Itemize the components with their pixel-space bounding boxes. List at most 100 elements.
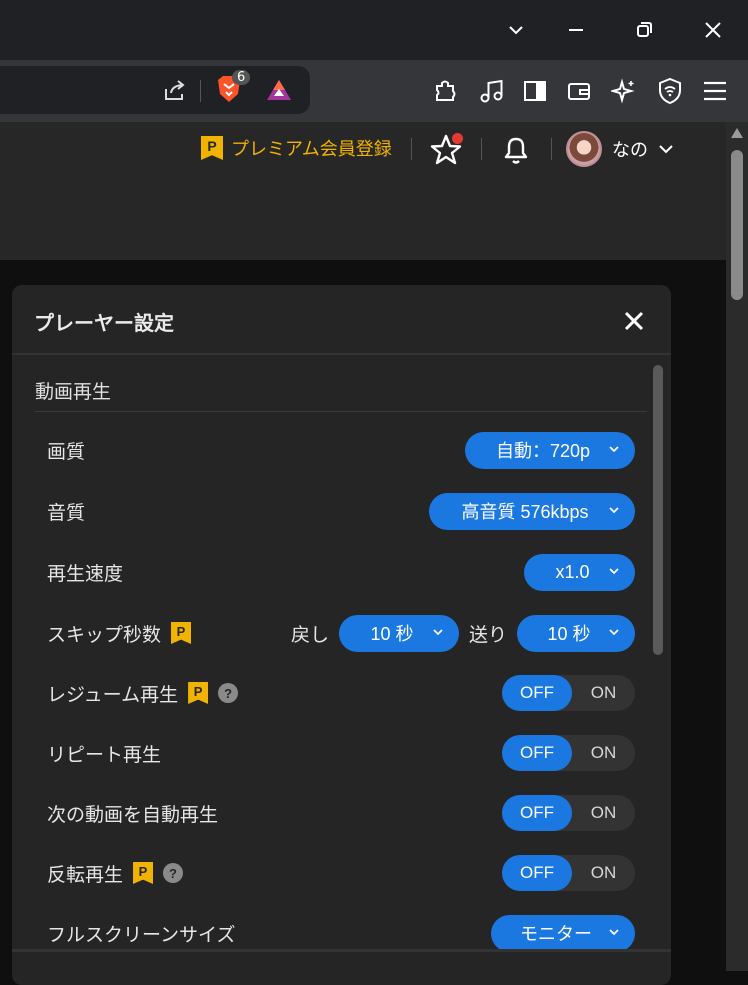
media-button[interactable] (474, 74, 508, 108)
puzzle-icon (436, 80, 456, 101)
chevron-down-icon (609, 928, 619, 935)
shields-count-badge: 6 (232, 70, 251, 85)
autoplay-toggle[interactable]: OFF ON (502, 795, 635, 831)
close-panel-button[interactable] (620, 307, 648, 335)
chevron-down-icon (433, 628, 443, 635)
close-icon (624, 311, 644, 331)
setting-row-repeat: リピート再生 OFF ON (47, 733, 635, 773)
repeat-label: リピート再生 (47, 743, 162, 766)
mirror-label: 反転再生 (47, 863, 124, 886)
urlbar-separator (200, 80, 201, 102)
premium-badge: P (171, 622, 192, 644)
site-header: P プレミアム会員登録 なの (0, 122, 726, 260)
tab-search-button[interactable] (498, 12, 534, 48)
premium-signup-link[interactable]: P プレミアム会員登録 (201, 132, 392, 164)
notification-dot (452, 133, 463, 144)
minimize-button[interactable] (558, 12, 594, 48)
scroll-up-arrow[interactable] (731, 128, 743, 138)
speed-value: x1.0 (555, 561, 590, 582)
page-scrollbar[interactable] (726, 122, 748, 971)
premium-badge: P (188, 682, 209, 704)
autoplay-label: 次の動画を自動再生 (47, 803, 219, 826)
browser-menu-button[interactable] (698, 74, 732, 108)
help-icon[interactable]: ? (218, 683, 239, 703)
player-settings-panel: プレーヤー設定 動画再生 画質 自動：720p 音質 高音質 576kbps 再… (12, 285, 671, 985)
brave-shields-button[interactable]: 6 (212, 70, 251, 106)
user-menu[interactable]: なの (566, 130, 674, 168)
mirror-toggle[interactable]: OFF ON (502, 855, 635, 891)
quality-value: 自動：720p (495, 441, 591, 461)
premium-badge: P (133, 862, 154, 884)
toggle-on-option[interactable]: ON (572, 795, 635, 831)
rewards-triangle-icon (267, 80, 291, 100)
help-icon[interactable]: ? (163, 863, 184, 883)
toggle-on-option[interactable]: ON (572, 735, 635, 771)
wallet-icon (568, 83, 590, 100)
quality-label: 画質 (47, 440, 86, 463)
panel-header: プレーヤー設定 (12, 285, 671, 355)
skip-back-select[interactable]: 10 秒 (338, 614, 459, 652)
vpn-button[interactable] (653, 74, 687, 108)
restore-button[interactable] (626, 12, 662, 48)
setting-row-speed: 再生速度 x1.0 (47, 552, 635, 592)
username: なの (612, 140, 648, 161)
skip-forward-label: 送り (468, 623, 507, 646)
skip-back-value: 10 秒 (370, 624, 414, 644)
toggle-on-option[interactable]: ON (572, 675, 635, 711)
sparkle-icon (611, 78, 635, 104)
chevron-down-icon (509, 26, 523, 35)
skip-label-group: スキップ秒数 P (47, 620, 192, 647)
skip-forward-value: 10 秒 (547, 624, 591, 644)
address-bar[interactable]: 6 (0, 66, 310, 114)
bell-icon (504, 137, 528, 164)
panel-bottom-divider (12, 949, 671, 952)
extensions-button[interactable] (428, 74, 462, 108)
resume-toggle[interactable]: OFF ON (502, 675, 635, 711)
share-button[interactable] (158, 73, 192, 107)
fullscreen-value: モニター (520, 924, 592, 944)
favorites-button[interactable] (428, 132, 464, 168)
chevron-down-icon (609, 567, 619, 574)
resume-label-group: レジューム再生 P ? (47, 680, 239, 707)
panel-scrollbar[interactable] (653, 365, 663, 655)
setting-row-autoplay: 次の動画を自動再生 OFF ON (47, 793, 635, 833)
panel-title: プレーヤー設定 (34, 311, 174, 335)
header-separator (411, 138, 412, 160)
header-separator (481, 138, 482, 160)
audio-value: 高音質 576kbps (461, 502, 589, 522)
premium-badge: P (201, 136, 223, 160)
leo-ai-button[interactable] (607, 74, 641, 108)
skip-label: スキップ秒数 (47, 623, 162, 646)
audio-label: 音質 (47, 501, 86, 524)
chevron-down-icon (659, 145, 673, 154)
wallet-button[interactable] (562, 74, 596, 108)
section-title: 動画再生 (35, 381, 112, 403)
audio-select[interactable]: 高音質 576kbps (429, 492, 635, 530)
setting-row-skip: スキップ秒数 P 戻し 10 秒 送り 10 秒 (47, 613, 635, 653)
mirror-label-group: 反転再生 P ? (47, 860, 184, 887)
chevron-down-icon (609, 445, 619, 452)
toggle-off-option[interactable]: OFF (502, 675, 572, 711)
toggle-off-option[interactable]: OFF (502, 735, 572, 771)
close-window-button[interactable] (695, 12, 731, 48)
skip-forward-select[interactable]: 10 秒 (517, 614, 635, 652)
toggle-on-option[interactable]: ON (572, 855, 635, 891)
toggle-off-option[interactable]: OFF (502, 795, 572, 831)
speed-select[interactable]: x1.0 (524, 553, 635, 591)
chevron-down-icon (609, 506, 619, 513)
skip-controls: 戻し 10 秒 送り 10 秒 (290, 614, 635, 652)
browser-toolbar: 6 (0, 60, 748, 122)
brave-rewards-button[interactable] (262, 73, 296, 107)
skip-back-label: 戻し (290, 623, 329, 646)
quality-select[interactable]: 自動：720p (465, 431, 635, 469)
fullscreen-select[interactable]: モニター (491, 914, 635, 952)
close-icon (705, 22, 721, 38)
browser-titlebar (0, 0, 748, 60)
toggle-off-option[interactable]: OFF (502, 855, 572, 891)
sidebar-button[interactable] (518, 74, 552, 108)
repeat-toggle[interactable]: OFF ON (502, 735, 635, 771)
minimize-icon (569, 29, 583, 31)
notifications-button[interactable] (498, 132, 534, 168)
page-scrollbar-thumb[interactable] (731, 150, 743, 300)
fullscreen-label: フルスクリーンサイズ (47, 923, 236, 946)
